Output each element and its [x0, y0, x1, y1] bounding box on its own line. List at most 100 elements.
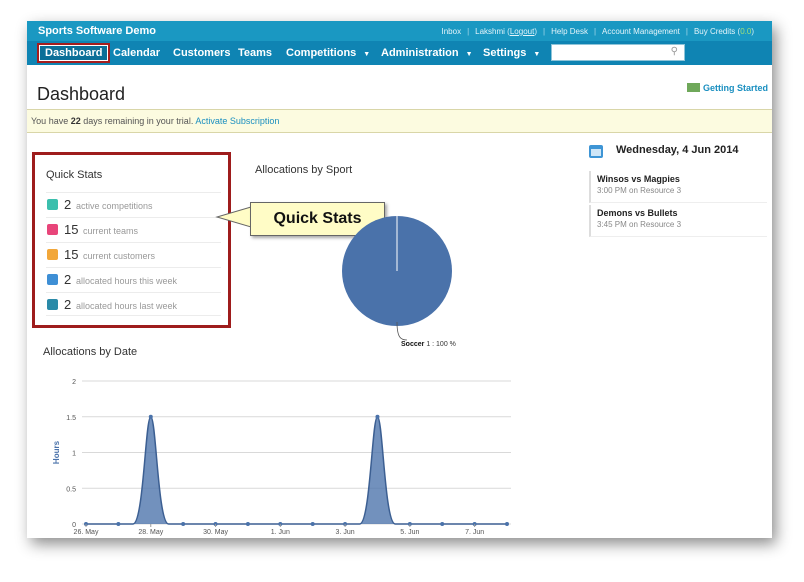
stat-label: current customers	[83, 251, 156, 261]
x-tick-label: 26. May	[74, 529, 99, 536]
account-management-link[interactable]: Account Management	[602, 27, 680, 36]
pie-slice-value: 1 : 100 %	[426, 341, 456, 348]
stat-value: 2	[64, 297, 72, 312]
data-point[interactable]	[375, 414, 380, 419]
x-tick-label: 1. Jun	[271, 529, 290, 536]
clock-icon	[47, 299, 58, 310]
area-chart: 0 0.5 1 1.5 2 Hours 26. May 28. May 30. May 1. Ju…	[52, 379, 511, 536]
stat-row[interactable]: 2 allocated hours last week	[46, 292, 221, 316]
page-title: Dashboard	[37, 84, 126, 104]
nav-label: Settings	[483, 47, 527, 59]
stat-row[interactable]: 2 allocated hours this week	[46, 267, 221, 291]
stat-value: 15	[64, 222, 79, 237]
y-tick-label: 0	[72, 522, 76, 529]
team-icon	[47, 224, 58, 235]
x-tick-label: 28. May	[138, 529, 163, 536]
buy-credits-area: Buy Credits (0.0)	[693, 27, 754, 36]
separator: |	[542, 27, 546, 36]
nav-label: Competitions	[286, 47, 357, 59]
data-point[interactable]	[245, 522, 250, 526]
ticket-icon	[686, 83, 700, 92]
event-item[interactable]: Demons vs Bullets 3:45 PM on Resource 3	[589, 205, 767, 237]
nav-label: Dashboard	[45, 47, 103, 59]
y-tick-label: 0.5	[66, 486, 76, 493]
activate-subscription-link[interactable]: Activate Subscription	[195, 116, 279, 126]
top-links: Inbox | Lakshmi (Logout) | Help Desk | A…	[442, 27, 755, 36]
search-input[interactable]: ⚲	[551, 44, 685, 61]
pie-chart	[342, 216, 452, 341]
data-point[interactable]	[148, 414, 153, 419]
callout-pointer	[215, 206, 252, 228]
help-desk-link[interactable]: Help Desk	[551, 27, 588, 36]
nav-administration[interactable]: Administration ▼	[381, 41, 473, 65]
logout-link[interactable]: Logout	[510, 27, 534, 36]
user-icon	[47, 249, 58, 260]
app-window: Sports Software Demo Inbox | Lakshmi (Lo…	[27, 21, 772, 538]
trial-text-post: days remaining in your trial.	[83, 116, 194, 126]
nav-competitions[interactable]: Competitions ▼	[286, 41, 370, 65]
nav-label: Calendar	[113, 47, 161, 59]
trial-days: 22	[70, 116, 81, 126]
x-tick-label: 3. Jun	[336, 529, 355, 536]
event-subtitle: 3:45 PM on Resource 3	[597, 220, 682, 229]
buy-credits-link[interactable]: Buy Credits	[694, 27, 735, 36]
stat-label: active competitions	[76, 201, 153, 211]
nav-label: Customers	[173, 47, 231, 59]
y-tick-label: 1	[72, 451, 76, 458]
getting-started-label: Getting Started	[702, 83, 768, 93]
data-point[interactable]	[116, 522, 121, 526]
event-title: Demons vs Bullets	[597, 208, 678, 218]
stat-row[interactable]: 15 current teams	[46, 217, 221, 241]
quick-stats-title: Quick Stats	[46, 169, 103, 181]
nav-teams[interactable]: Teams	[238, 41, 272, 65]
x-tick-label: 7. Jun	[465, 529, 484, 536]
user-name[interactable]: Lakshmi	[475, 27, 505, 36]
trial-text-pre: You have	[31, 116, 69, 126]
data-point[interactable]	[310, 522, 315, 526]
event-title: Winsos vs Magpies	[597, 174, 680, 184]
x-tick-label: 5. Jun	[400, 529, 419, 536]
nav-settings[interactable]: Settings ▼	[483, 41, 540, 65]
y-tick-label: 1.5	[66, 415, 76, 422]
getting-started-link[interactable]: Getting Started	[686, 83, 768, 93]
stat-value: 2	[64, 272, 72, 287]
clock-icon	[47, 274, 58, 285]
chevron-down-icon: ▼	[363, 51, 371, 58]
nav-dashboard[interactable]: Dashboard	[37, 43, 111, 63]
search-icon: ⚲	[670, 46, 678, 57]
credits-value: 0.0	[740, 27, 752, 36]
stat-label: allocated hours last week	[76, 301, 178, 311]
data-point[interactable]	[505, 522, 509, 526]
separator: |	[593, 27, 597, 36]
allocations-by-date-title: Allocations by Date	[43, 346, 138, 358]
event-subtitle: 3:00 PM on Resource 3	[597, 186, 682, 195]
quick-stats-panel: Quick Stats 2 active competitions 15 cur…	[32, 152, 231, 328]
pie-slice-name: Soccer	[401, 341, 425, 348]
pie-slice-label: Soccer 1 : 100 %	[401, 341, 456, 348]
x-tick-label: 30. May	[203, 529, 228, 536]
data-point[interactable]	[181, 522, 186, 526]
main-nav: Dashboard Calendar Customers Teams Compe…	[27, 41, 772, 65]
stat-value: 15	[64, 247, 79, 262]
app-name: Sports Software Demo	[38, 25, 156, 37]
chevron-down-icon: ▼	[533, 51, 541, 58]
top-bar: Sports Software Demo Inbox | Lakshmi (Lo…	[27, 21, 772, 41]
area-series	[86, 416, 507, 524]
stat-label: current teams	[83, 226, 139, 236]
y-tick-label: 2	[72, 379, 76, 386]
stat-label: allocated hours this week	[76, 276, 178, 286]
nav-calendar[interactable]: Calendar	[113, 41, 160, 65]
stat-row[interactable]: 2 active competitions	[46, 192, 221, 216]
nav-customers[interactable]: Customers	[173, 41, 230, 65]
stat-value: 2	[64, 197, 72, 212]
data-point[interactable]	[440, 522, 445, 526]
nav-label: Administration	[381, 47, 459, 59]
inbox-link[interactable]: Inbox	[442, 27, 462, 36]
event-item[interactable]: Winsos vs Magpies 3:00 PM on Resource 3	[589, 171, 767, 203]
nav-label: Teams	[238, 47, 273, 59]
calendar-date: Wednesday, 4 Jun 2014	[616, 144, 739, 156]
stat-row[interactable]: 15 current customers	[46, 242, 221, 266]
trial-banner: You have 22 days remaining in your trial…	[27, 109, 772, 133]
calendar-icon	[589, 145, 603, 158]
chevron-down-icon: ▼	[465, 51, 473, 58]
